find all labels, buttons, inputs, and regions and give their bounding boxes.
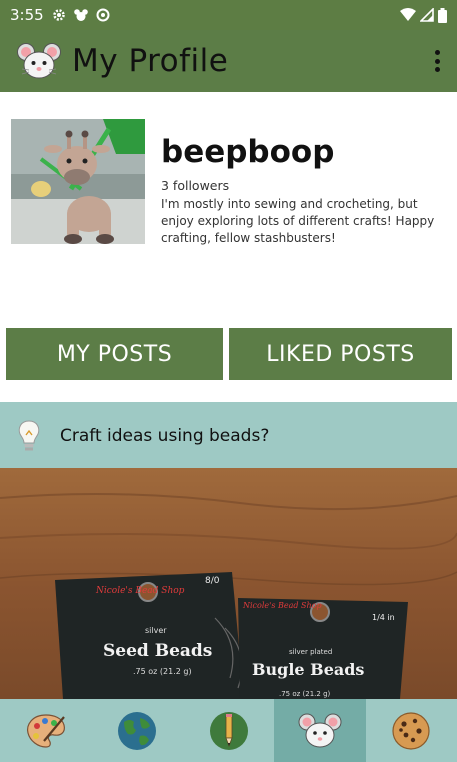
battery-icon — [438, 7, 447, 23]
app-bar: My Profile — [0, 30, 457, 92]
bugle-beads-size: 1/4 in — [372, 613, 395, 622]
settings-icon — [52, 9, 65, 21]
post-title: Craft ideas using beads? — [60, 426, 270, 446]
nav-item-palette[interactable] — [0, 699, 91, 762]
nav-item-pencil[interactable] — [183, 699, 274, 762]
page-title: My Profile — [72, 43, 229, 79]
lightbulb-icon — [18, 420, 40, 451]
bugle-beads-color: silver plated — [289, 648, 332, 656]
app-logo-mouse-icon — [16, 38, 62, 84]
status-time: 3:55 — [10, 6, 44, 24]
signal-icon — [420, 8, 434, 22]
sync-icon — [96, 8, 110, 22]
overflow-menu-icon[interactable] — [431, 50, 443, 72]
nav-item-globe[interactable] — [91, 699, 182, 762]
post-image[interactable]: Nicole's Bead Shop 8/0 silver Seed Beads… — [0, 468, 457, 699]
mouse-notification-icon — [73, 9, 88, 21]
globe-icon — [118, 711, 157, 750]
bugle-beads-name: Bugle Beads — [252, 660, 364, 679]
nav-item-profile[interactable] — [274, 699, 366, 762]
seed-beads-name: Seed Beads — [103, 641, 212, 661]
palette-icon — [26, 713, 65, 748]
nav-item-cookie[interactable] — [366, 699, 457, 762]
liked-posts-button[interactable]: LIKED POSTS — [229, 328, 452, 380]
mouse-icon — [298, 713, 342, 747]
bugle-beads-package: Nicole's Bead Shop 1/4 in silver plated … — [238, 598, 408, 699]
seed-beads-color: silver — [145, 626, 167, 635]
profile-username: beepboop — [161, 134, 335, 170]
seed-beads-brand: Nicole's Bead Shop — [95, 586, 185, 596]
bugle-beads-brand: Nicole's Bead Shop — [242, 601, 322, 610]
profile-bio: I'm mostly into sewing and crocheting, b… — [161, 197, 435, 245]
seed-beads-size: 8/0 — [205, 576, 220, 586]
cookie-icon — [392, 711, 430, 750]
profile-avatar[interactable] — [11, 119, 145, 244]
seed-beads-weight: .75 oz (21.2 g) — [133, 667, 192, 676]
bottom-nav — [0, 699, 457, 762]
pencil-icon — [209, 711, 248, 750]
my-posts-button[interactable]: MY POSTS — [6, 328, 223, 380]
bugle-beads-weight: .75 oz (21.2 g) — [279, 690, 331, 698]
seed-beads-package: Nicole's Bead Shop 8/0 silver Seed Beads… — [55, 572, 244, 699]
wifi-icon — [400, 8, 416, 21]
profile-followers-count[interactable]: 3 followers — [161, 178, 229, 193]
post-header[interactable]: Craft ideas using beads? — [0, 404, 457, 468]
status-bar: 3:55 — [0, 0, 457, 30]
